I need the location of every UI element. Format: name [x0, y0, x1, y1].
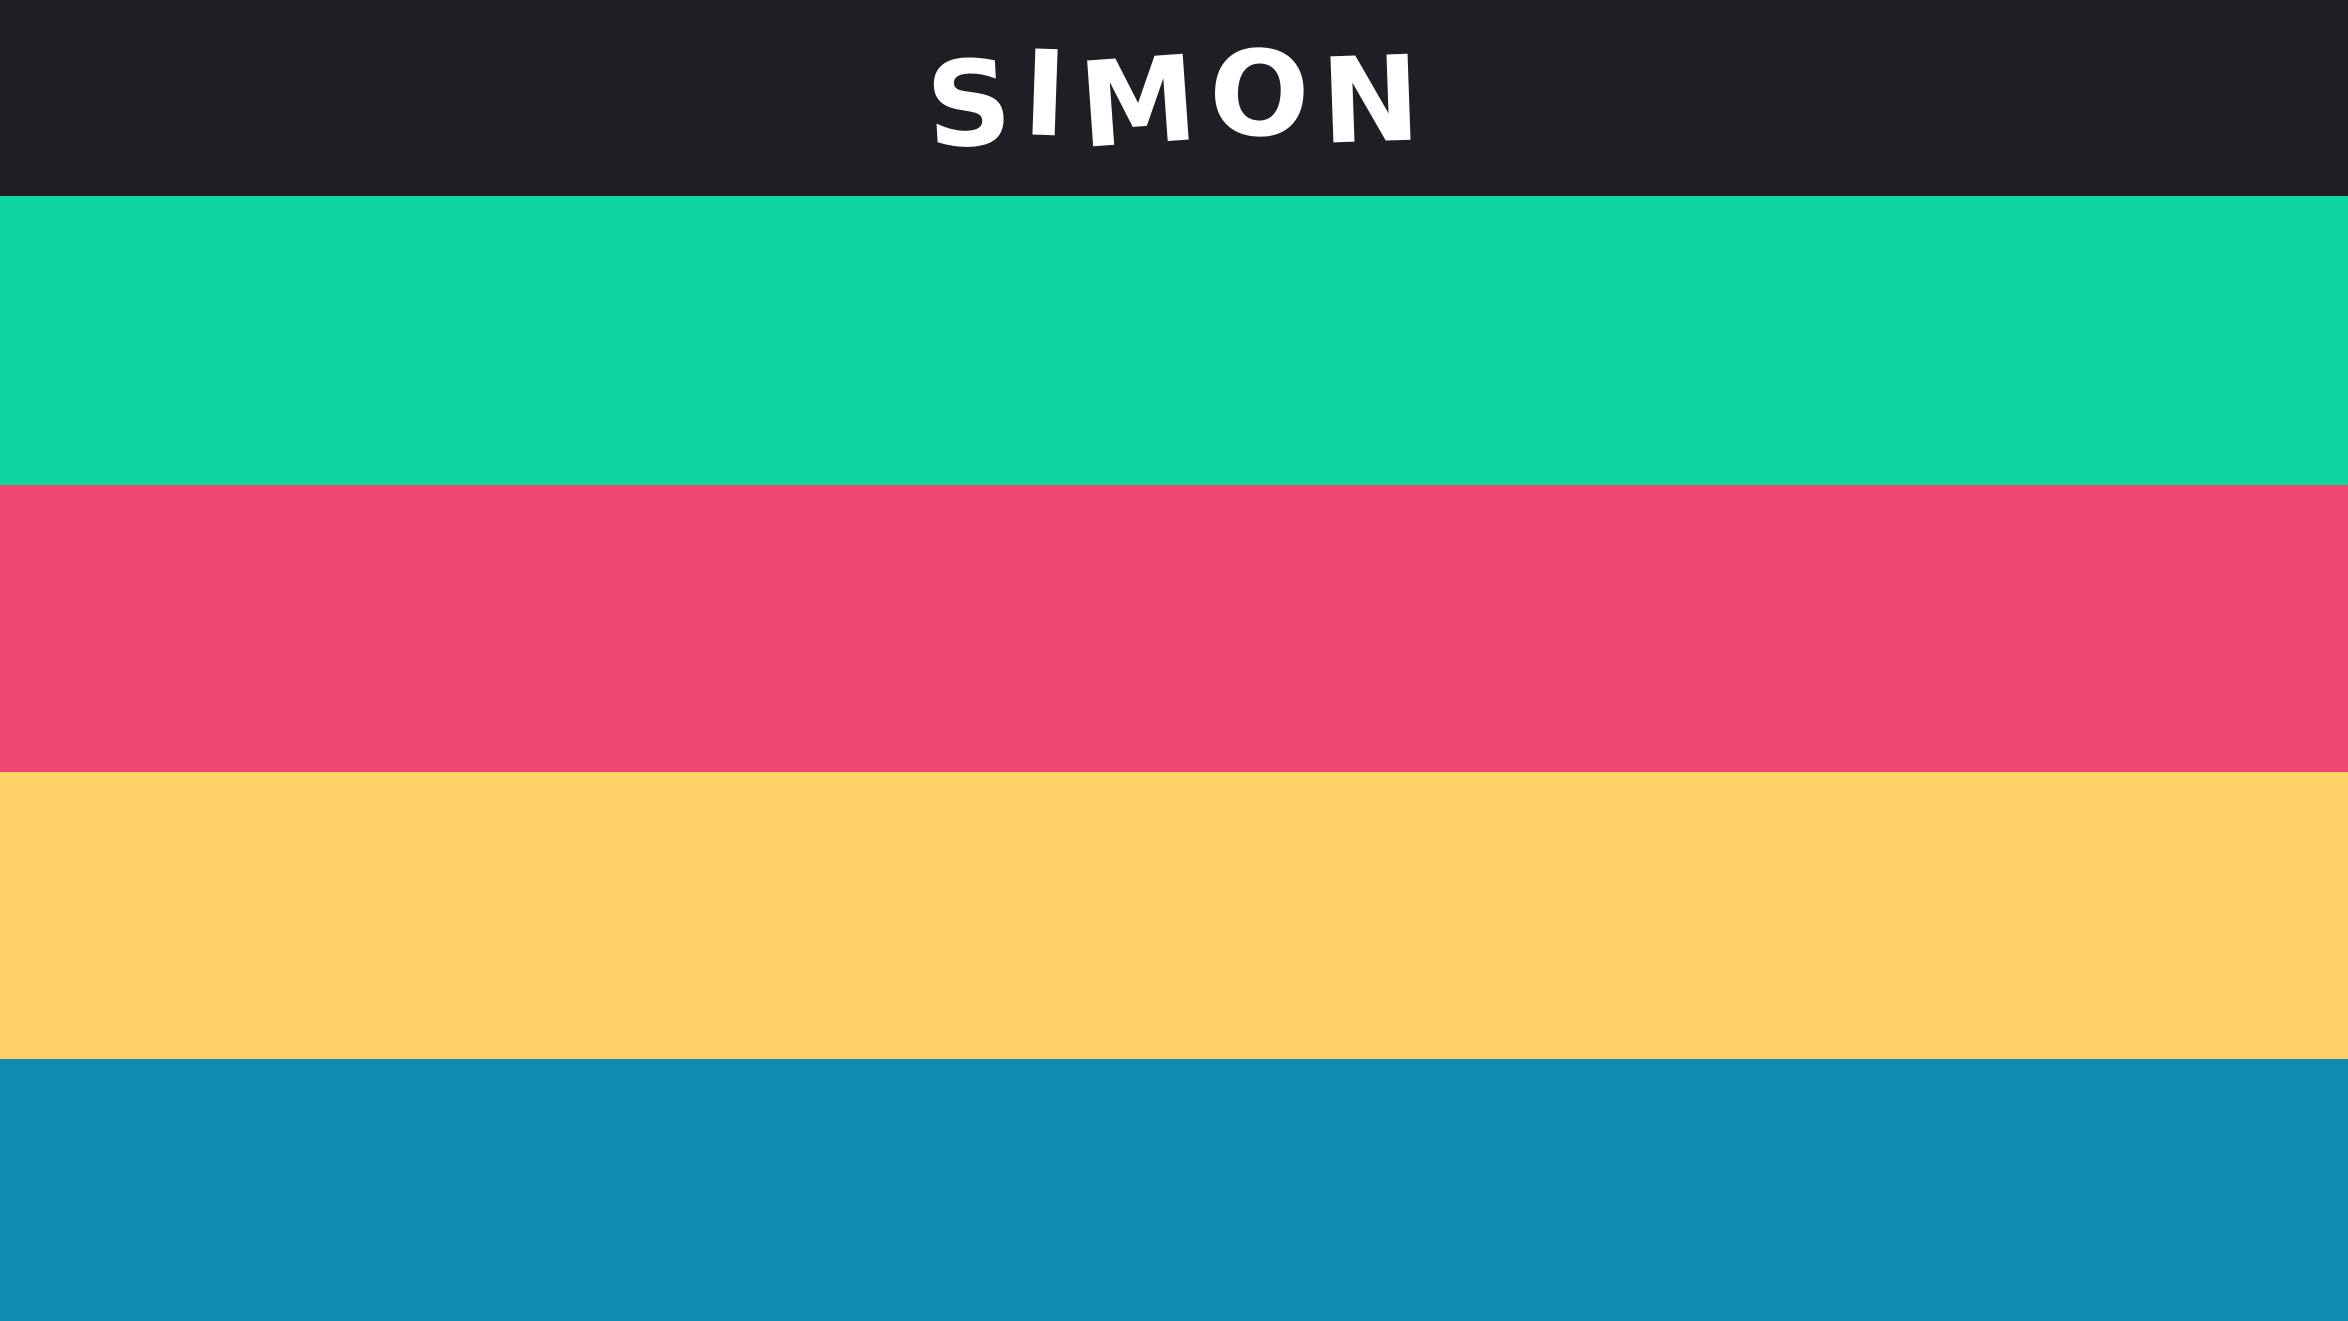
- title-letter: I: [1020, 24, 1072, 164]
- yellow-pad[interactable]: [0, 772, 2348, 1059]
- green-pad[interactable]: [0, 196, 2348, 485]
- game-header: S I M O N: [0, 0, 2348, 196]
- title-letter: M: [1074, 28, 1204, 175]
- blue-pad[interactable]: [0, 1059, 2348, 1321]
- red-pad[interactable]: [0, 485, 2348, 772]
- title-letter: N: [1318, 29, 1425, 171]
- simon-game: S I M O N: [0, 0, 2348, 1321]
- title-letter: S: [923, 32, 1018, 176]
- title-letter: O: [1205, 22, 1315, 166]
- game-title: S I M O N: [923, 22, 1424, 175]
